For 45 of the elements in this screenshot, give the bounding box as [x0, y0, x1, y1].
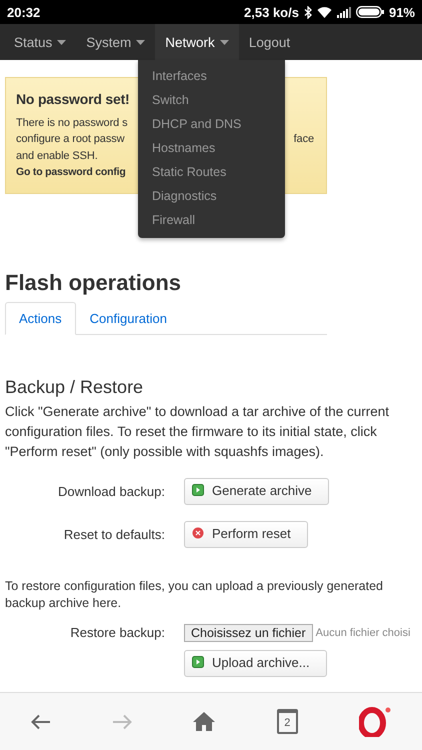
menu-item[interactable]: Interfaces: [138, 64, 285, 88]
menu-item[interactable]: Hostnames: [138, 136, 285, 160]
nav-tab[interactable]: Logout: [238, 24, 300, 60]
action-button[interactable]: Perform reset: [184, 520, 308, 548]
battery-icon: [356, 6, 384, 18]
field-label: Download backup:: [57, 484, 165, 498]
menu-item[interactable]: Firewall: [138, 208, 285, 232]
tab[interactable]: Actions: [5, 302, 76, 334]
section-description: Click "Generate archive" to download a tar archive of the current configuration files. To reset the firmware to its initial state, click "Perform reset" (only possible with squashfs images).: [5, 402, 390, 461]
restore-description: To restore configuration files, you can upload a previously generated backup archive here.: [5, 578, 384, 612]
back-icon[interactable]: [30, 714, 51, 730]
action-button[interactable]: Generate archive: [184, 478, 329, 504]
menu-item[interactable]: Diagnostics: [138, 184, 285, 208]
upload-button[interactable]: Upload archive...: [184, 650, 327, 676]
clock: 20:32: [7, 4, 40, 20]
tab[interactable]: Configuration: [76, 302, 181, 334]
alert-title: No password set!: [16, 91, 130, 108]
signal-icon: [336, 6, 351, 18]
play-icon: [192, 656, 204, 668]
field-label: Reset to defaults:: [62, 526, 165, 542]
field-label: Restore backup:: [69, 625, 165, 640]
play-icon: [192, 484, 204, 496]
bluetooth-icon: [304, 6, 312, 18]
nav-tab[interactable]: Status: [4, 24, 76, 60]
menu-item[interactable]: DHCP and DNS: [138, 112, 285, 136]
alert-text: There is no password s: [16, 116, 128, 130]
network-speed: 2,53 ko/s: [244, 4, 299, 20]
alert-text: face: [294, 132, 314, 147]
home-icon[interactable]: [193, 712, 216, 731]
tabs-button[interactable]: 2: [276, 709, 298, 734]
page-title: Flash operations: [5, 270, 182, 296]
alert-text: configure a root passw: [16, 132, 124, 147]
password-link[interactable]: Go to password config: [16, 164, 126, 180]
battery-percent: 91%: [388, 4, 415, 20]
menu-item[interactable]: Switch: [138, 88, 285, 112]
file-status: Aucun fichier choisi: [316, 626, 410, 638]
nav-tab[interactable]: Network: [155, 24, 239, 60]
section-title: Backup / Restore: [5, 376, 144, 398]
nav-tab[interactable]: System: [76, 24, 156, 60]
wifi-icon: [316, 6, 332, 18]
browser-logo-icon[interactable]: [359, 706, 392, 736]
choose-file-button[interactable]: Choisissez un fichier: [184, 624, 313, 642]
cancel-icon: [192, 527, 204, 539]
menu-item[interactable]: Static Routes: [138, 160, 285, 184]
alert-text: and enable SSH.: [16, 148, 98, 164]
